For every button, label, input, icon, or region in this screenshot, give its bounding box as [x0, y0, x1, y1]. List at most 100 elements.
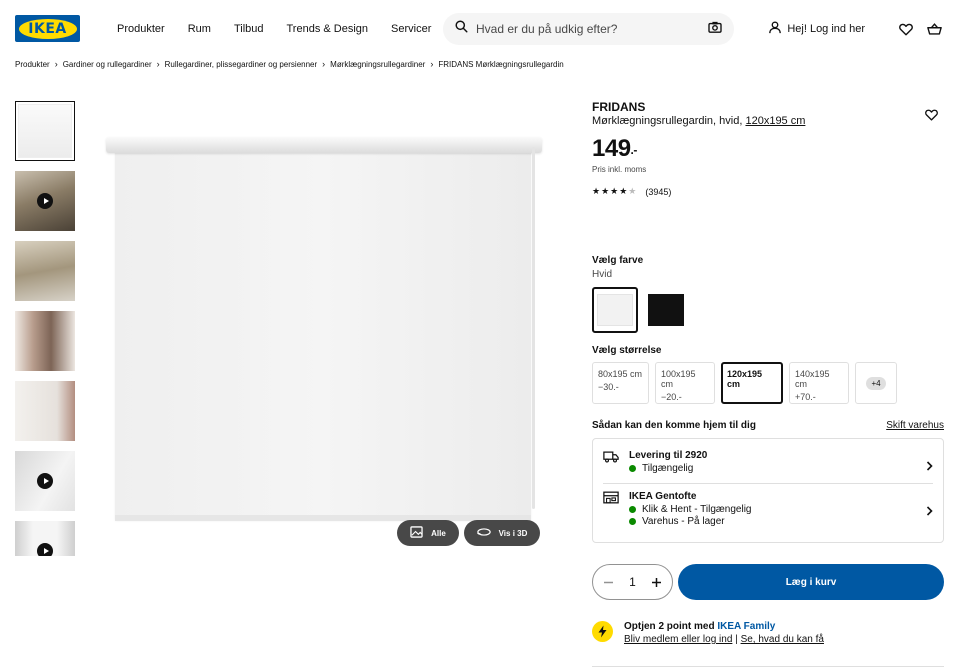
delivery-header: Sådan kan den komme hjem til dig Skift v…: [592, 420, 944, 431]
store-stock-text: Varehus - På lager: [642, 516, 725, 527]
wishlist-heart-icon[interactable]: [925, 108, 938, 126]
breadcrumb-item[interactable]: Mørklægningsrullegardiner: [330, 60, 425, 69]
color-swatch-black[interactable]: [643, 287, 689, 333]
breadcrumb-item[interactable]: Produkter: [15, 60, 50, 69]
available-dot-icon: [629, 518, 636, 525]
delivery-shipping-row[interactable]: Levering til 2920 Tilgængelig: [603, 450, 933, 478]
header-actions: Hej! Log ind her: [769, 0, 942, 58]
breadcrumb-current[interactable]: FRIDANS Mørklægningsrullegardin: [438, 60, 563, 69]
quantity-stepper: 1: [592, 564, 673, 600]
play-icon: [37, 193, 53, 209]
thumbnail-list: [15, 101, 76, 556]
ikea-logo[interactable]: IKEA: [15, 15, 80, 42]
family-text: Optjen 2 point med IKEA Family Bliv medl…: [624, 621, 824, 645]
size-title: Vælg størrelse: [592, 345, 662, 356]
delivery-store-row[interactable]: IKEA Gentofte Klik & Hent - Tilgængelig …: [603, 491, 933, 535]
truck-icon: [603, 450, 619, 468]
thumbnail-window[interactable]: [15, 311, 75, 371]
minus-icon[interactable]: [603, 577, 614, 588]
thumbnail-bedroom[interactable]: [15, 241, 75, 301]
camera-icon[interactable]: [708, 20, 722, 38]
product-main-image[interactable]: [100, 125, 550, 525]
size-delta: −20.-: [661, 392, 682, 402]
star-rating-icon: ★★★★★: [592, 186, 638, 196]
product-description-text: Mørklægningsrullegardin, hvid,: [592, 115, 743, 127]
size-label: 140x195 cm: [795, 369, 830, 389]
store-stock-status: Varehus - På lager: [629, 516, 752, 527]
thumbnail-product[interactable]: [15, 101, 75, 161]
family-line-2: Bliv medlem eller log ind | Se, hvad du …: [624, 634, 824, 645]
nav-rum[interactable]: Rum: [188, 23, 211, 35]
thumbnail-closeup[interactable]: [15, 381, 75, 441]
view-all-label: Alle: [431, 528, 446, 538]
shipping-text: Levering til 2920 Tilgængelig: [629, 450, 707, 474]
plus-icon[interactable]: [651, 577, 662, 588]
nav-tilbud[interactable]: Tilbud: [234, 23, 264, 35]
change-store-link[interactable]: Skift varehus: [886, 420, 944, 431]
swatch-fill: [648, 294, 684, 326]
delivery-box: Levering til 2920 Tilgængelig IKEA Gento…: [592, 438, 944, 543]
add-to-cart-button[interactable]: Læg i kurv: [678, 564, 944, 600]
chevron-right-icon: ›: [322, 59, 326, 69]
thumbnail-video-window[interactable]: [15, 521, 75, 556]
rating-count: (3945): [645, 186, 672, 197]
more-sizes-count: +4: [866, 376, 886, 390]
size-options: 80x195 cm −30.- 100x195 cm −20.- 120x195…: [592, 362, 897, 404]
color-swatch-white[interactable]: [592, 287, 638, 333]
thumbnail-video-bedroom[interactable]: [15, 171, 75, 231]
quantity-value[interactable]: 1: [629, 575, 636, 589]
thumbnail-video-detail[interactable]: [15, 451, 75, 511]
blind-cord: [532, 147, 535, 509]
family-points-icon: [592, 621, 613, 642]
play-icon: [37, 543, 53, 556]
store-click-text: Klik & Hent - Tilgængelig: [642, 504, 752, 515]
product-info: FRIDANS Mørklægningsrullegardin, hvid, 1…: [592, 100, 944, 197]
color-selected: Hvid: [592, 269, 613, 280]
heart-icon[interactable]: [899, 23, 913, 36]
delivery-divider: [603, 483, 933, 484]
size-delta: −30.-: [598, 382, 619, 392]
family-join-link[interactable]: Bliv medlem eller log ind: [624, 634, 732, 645]
size-label: 80x195 cm: [598, 369, 643, 379]
size-option-80x195[interactable]: 80x195 cm −30.-: [592, 362, 649, 404]
nav-produkter[interactable]: Produkter: [117, 23, 165, 35]
view-all-images-button[interactable]: Alle: [397, 520, 459, 546]
shipping-title: Levering til 2920: [629, 450, 708, 461]
play-icon: [37, 473, 53, 489]
family-divider: |: [735, 634, 738, 645]
size-delta: +70.-: [795, 392, 816, 402]
main-nav: Produkter Rum Tilbud Trends & Design Ser…: [117, 0, 454, 58]
breadcrumb-item[interactable]: Rullegardiner, plissegardiner og persien…: [165, 60, 318, 69]
shipping-status: Tilgængelig: [629, 463, 707, 474]
chevron-right-icon: ›: [156, 59, 160, 69]
nav-servicer[interactable]: Servicer: [391, 23, 431, 35]
size-option-140x195[interactable]: 140x195 cm +70.-: [789, 362, 849, 404]
family-brand-link[interactable]: IKEA Family: [717, 621, 775, 632]
chevron-right-icon: [926, 458, 933, 476]
section-divider: [592, 666, 944, 667]
color-title: Vælg farve: [592, 255, 644, 266]
product-size-link[interactable]: 120x195 cm: [745, 115, 805, 127]
price-note: Pris inkl. moms: [592, 165, 647, 174]
search-bar: [443, 13, 734, 45]
product-price: 149 .-: [592, 135, 944, 163]
login-button[interactable]: Hej! Log ind her: [769, 21, 865, 37]
size-option-120x195[interactable]: 120x195 cm: [721, 362, 783, 404]
more-sizes-button[interactable]: +4: [855, 362, 897, 404]
cart-icon[interactable]: [927, 22, 942, 36]
product-description: Mørklægningsrullegardin, hvid, 120x195 c…: [592, 115, 944, 127]
header: IKEA Produkter Rum Tilbud Trends & Desig…: [0, 0, 960, 58]
search-input[interactable]: [476, 22, 708, 36]
breadcrumb-item[interactable]: Gardiner og rullegardiner: [63, 60, 152, 69]
size-option-100x195[interactable]: 100x195 cm −20.-: [655, 362, 715, 404]
view-3d-button[interactable]: Vis i 3D: [464, 520, 540, 546]
gallery-icon: [410, 526, 431, 540]
family-info-link[interactable]: Se, hvad du kan få: [741, 634, 824, 645]
swatch-fill: [597, 294, 633, 326]
available-dot-icon: [629, 465, 636, 472]
delivery-title: Sådan kan den komme hjem til dig: [592, 420, 756, 431]
search-icon: [455, 20, 468, 38]
logo-text: IKEA: [18, 18, 77, 39]
nav-trends-design[interactable]: Trends & Design: [287, 23, 369, 35]
product-rating[interactable]: ★★★★★ (3945): [592, 186, 944, 197]
